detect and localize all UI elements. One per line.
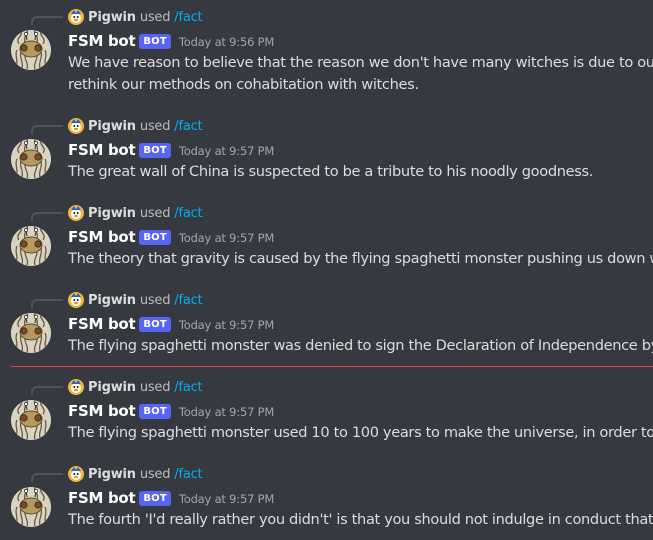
reply-spine xyxy=(31,386,63,395)
author-name[interactable]: FSM bot xyxy=(68,32,136,50)
message-header: FSM bot BOT Today at 9:57 PM xyxy=(68,487,274,509)
message-group: Pigwin used /fact FSM bot BOT Today at 9… xyxy=(0,109,653,189)
reply-used-label: used xyxy=(139,379,171,395)
reply-used-label: used xyxy=(139,466,171,482)
avatar[interactable] xyxy=(11,30,51,70)
timestamp[interactable]: Today at 9:57 PM xyxy=(179,405,274,419)
message-line: The flying spaghetti monster used 10 to … xyxy=(68,424,653,441)
avatar[interactable] xyxy=(11,487,51,527)
bot-tag: BOT xyxy=(139,229,171,245)
pigwin-avatar-icon xyxy=(68,466,84,482)
message-line: We have reason to believe that the reaso… xyxy=(68,54,653,71)
pigwin-avatar-icon xyxy=(68,9,84,25)
chat-message-list: Pigwin used /fact FSM bot BOT Today at 9… xyxy=(0,0,653,540)
slash-command-link[interactable]: /fact xyxy=(174,119,202,134)
message-header: FSM bot BOT Today at 9:57 PM xyxy=(68,313,274,335)
reply-reference[interactable]: Pigwin used /fact xyxy=(68,464,203,484)
author-name[interactable]: FSM bot xyxy=(68,228,136,246)
message-header: FSM bot BOT Today at 9:56 PM xyxy=(68,30,274,52)
avatar[interactable] xyxy=(11,400,51,440)
reply-username[interactable]: Pigwin xyxy=(88,119,136,134)
reply-username[interactable]: Pigwin xyxy=(88,467,136,482)
author-name[interactable]: FSM bot xyxy=(68,402,136,420)
new-messages-divider xyxy=(11,366,653,367)
author-name[interactable]: FSM bot xyxy=(68,489,136,507)
author-name[interactable]: FSM bot xyxy=(68,315,136,333)
flying-spaghetti-monster-icon xyxy=(11,487,51,527)
message-group: Pigwin used /fact FSM bot BOT Today at 9… xyxy=(0,370,653,450)
reply-username[interactable]: Pigwin xyxy=(88,380,136,395)
reply-spine xyxy=(31,299,63,308)
message-content: The theory that gravity is caused by the… xyxy=(68,248,653,270)
flying-spaghetti-monster-icon xyxy=(11,30,51,70)
message-header: FSM bot BOT Today at 9:57 PM xyxy=(68,226,274,248)
slash-command-link[interactable]: /fact xyxy=(174,10,202,25)
message-content: The flying spaghetti monster was denied … xyxy=(68,335,653,357)
message-line: The flying spaghetti monster was denied … xyxy=(68,337,653,354)
message-group: Pigwin used /fact FSM bot BOT Today at 9… xyxy=(0,0,653,93)
reply-used-label: used xyxy=(139,205,171,221)
bot-tag: BOT xyxy=(139,403,171,419)
flying-spaghetti-monster-icon xyxy=(11,139,51,179)
message-group: Pigwin used /fact FSM bot BOT Today at 9… xyxy=(0,457,653,537)
timestamp[interactable]: Today at 9:57 PM xyxy=(179,492,274,506)
reply-used-label: used xyxy=(139,118,171,134)
bot-tag: BOT xyxy=(139,33,171,49)
author-name[interactable]: FSM bot xyxy=(68,141,136,159)
message-header: FSM bot BOT Today at 9:57 PM xyxy=(68,400,274,422)
reply-used-label: used xyxy=(139,292,171,308)
reply-spine xyxy=(31,125,63,134)
slash-command-link[interactable]: /fact xyxy=(174,293,202,308)
avatar[interactable] xyxy=(11,139,51,179)
pigwin-avatar-icon xyxy=(68,118,84,134)
timestamp[interactable]: Today at 9:57 PM xyxy=(179,231,274,245)
avatar[interactable] xyxy=(11,313,51,353)
bot-tag: BOT xyxy=(139,316,171,332)
timestamp[interactable]: Today at 9:57 PM xyxy=(179,144,274,158)
message-line: The theory that gravity is caused by the… xyxy=(68,250,653,267)
reply-reference[interactable]: Pigwin used /fact xyxy=(68,377,203,397)
reply-spine xyxy=(31,16,63,25)
reply-username[interactable]: Pigwin xyxy=(88,206,136,221)
message-line: The fourth 'I'd really rather you didn't… xyxy=(68,511,653,528)
reply-used-label: used xyxy=(139,9,171,25)
timestamp[interactable]: Today at 9:57 PM xyxy=(179,318,274,332)
bot-tag: BOT xyxy=(139,142,171,158)
message-content: The flying spaghetti monster used 10 to … xyxy=(68,422,653,444)
avatar[interactable] xyxy=(11,226,51,266)
pigwin-avatar-icon xyxy=(68,379,84,395)
message-group: Pigwin used /fact FSM bot BOT Today at 9… xyxy=(0,196,653,276)
message-content: The fourth 'I'd really rather you didn't… xyxy=(68,509,653,531)
reply-reference[interactable]: Pigwin used /fact xyxy=(68,203,203,223)
slash-command-link[interactable]: /fact xyxy=(174,206,202,221)
reply-spine xyxy=(31,473,63,482)
reply-reference[interactable]: Pigwin used /fact xyxy=(68,7,203,27)
reply-username[interactable]: Pigwin xyxy=(88,293,136,308)
slash-command-link[interactable]: /fact xyxy=(174,380,202,395)
reply-reference[interactable]: Pigwin used /fact xyxy=(68,290,203,310)
message-content: The great wall of China is suspected to … xyxy=(68,161,653,183)
pigwin-avatar-icon xyxy=(68,205,84,221)
reply-reference[interactable]: Pigwin used /fact xyxy=(68,116,203,136)
pigwin-avatar-icon xyxy=(68,292,84,308)
bot-tag: BOT xyxy=(139,490,171,506)
message-group: Pigwin used /fact FSM bot BOT Today at 9… xyxy=(0,283,653,363)
reply-spine xyxy=(31,212,63,221)
message-content: We have reason to believe that the reaso… xyxy=(68,52,653,96)
slash-command-link[interactable]: /fact xyxy=(174,467,202,482)
message-header: FSM bot BOT Today at 9:57 PM xyxy=(68,139,274,161)
reply-username[interactable]: Pigwin xyxy=(88,10,136,25)
timestamp[interactable]: Today at 9:56 PM xyxy=(179,35,274,49)
flying-spaghetti-monster-icon xyxy=(11,400,51,440)
message-line: The great wall of China is suspected to … xyxy=(68,163,594,180)
message-line: rethink our methods on cohabitation with… xyxy=(68,76,419,93)
flying-spaghetti-monster-icon xyxy=(11,313,51,353)
flying-spaghetti-monster-icon xyxy=(11,226,51,266)
